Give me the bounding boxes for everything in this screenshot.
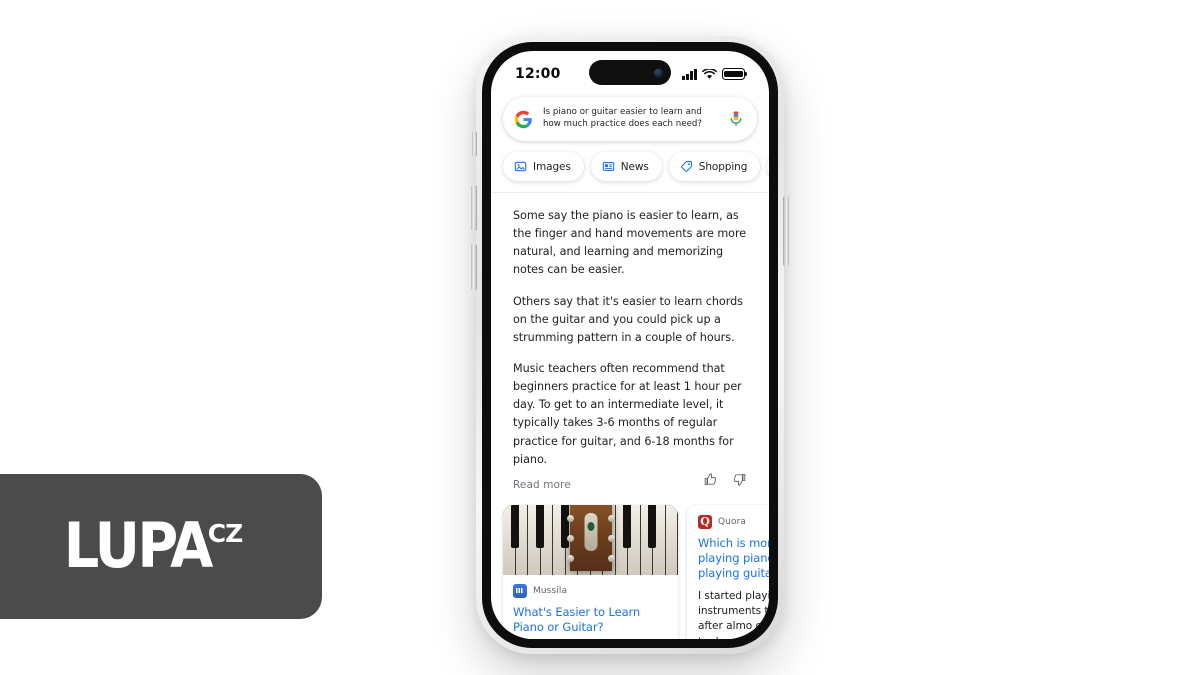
card-source-row: Mussila bbox=[513, 583, 668, 598]
battery-full-icon bbox=[722, 68, 745, 80]
lupa-cz-watermark: LUPA CZ bbox=[0, 474, 322, 619]
card-source-name: Quora bbox=[718, 516, 747, 527]
images-icon bbox=[514, 161, 527, 172]
card-thumbnail-image bbox=[503, 504, 678, 575]
brand-tld: CZ bbox=[207, 519, 243, 549]
cellular-signal-icon bbox=[682, 68, 697, 80]
search-query-text[interactable]: Is piano or guitar easier to learn and h… bbox=[543, 107, 718, 130]
wifi-icon bbox=[702, 68, 717, 79]
thumbs-up-icon[interactable] bbox=[703, 472, 718, 487]
feedback-buttons[interactable] bbox=[703, 472, 747, 499]
card-snippet: I started playin instruments th now, aft… bbox=[698, 589, 769, 639]
search-zone: Is piano or guitar easier to learn and h… bbox=[491, 93, 769, 141]
shopping-tag-icon bbox=[680, 161, 692, 172]
phone-bezel: 12:00 Is piano or guitar easier to learn… bbox=[482, 42, 778, 648]
card-body: Mussila What's Easier to Learn Piano or … bbox=[503, 575, 678, 639]
filter-chips-row[interactable]: Images News Shopping bbox=[491, 141, 769, 192]
microphone-icon[interactable] bbox=[728, 110, 744, 128]
chip-shopping[interactable]: Shopping bbox=[668, 152, 761, 181]
dynamic-island bbox=[589, 60, 671, 85]
card-body: Q Quora Which is more playing piano play… bbox=[687, 505, 769, 639]
status-bar-indicators bbox=[682, 64, 745, 80]
chip-label: News bbox=[620, 160, 649, 173]
read-more-button[interactable]: Read more bbox=[513, 479, 571, 491]
volume-down-button[interactable] bbox=[471, 244, 477, 290]
quora-favicon-icon: Q bbox=[698, 514, 712, 529]
card-source-name: Mussila bbox=[533, 585, 568, 596]
source-cards-carousel[interactable]: Mussila What's Easier to Learn Piano or … bbox=[491, 499, 769, 639]
card-source-row: Q Quora bbox=[698, 514, 769, 529]
news-icon bbox=[602, 162, 615, 171]
thumbs-down-icon[interactable] bbox=[732, 472, 747, 487]
answer-paragraph: Music teachers often recommend that begi… bbox=[513, 361, 742, 466]
power-button[interactable] bbox=[783, 196, 789, 266]
source-card-mussila[interactable]: Mussila What's Easier to Learn Piano or … bbox=[503, 504, 678, 639]
status-bar-time: 12:00 bbox=[515, 66, 561, 82]
phone-device: 12:00 Is piano or guitar easier to learn… bbox=[476, 36, 784, 654]
search-bar[interactable]: Is piano or guitar easier to learn and h… bbox=[503, 97, 757, 141]
ai-answer-body: Some say the piano is easier to learn, a… bbox=[491, 193, 769, 469]
card-title-link[interactable]: What's Easier to Learn Piano or Guitar? bbox=[513, 605, 668, 636]
google-logo-icon bbox=[514, 110, 532, 128]
chip-videos[interactable]: Videos bbox=[767, 152, 769, 181]
page-backdrop: 12:00 Is piano or guitar easier to learn… bbox=[0, 0, 1200, 675]
mussila-favicon-icon bbox=[513, 583, 527, 598]
answer-paragraph: Some say the piano is easier to learn, a… bbox=[513, 209, 747, 277]
card-title-link[interactable]: Which is more playing piano playing guit… bbox=[698, 536, 769, 582]
chip-news[interactable]: News bbox=[590, 152, 662, 181]
chip-label: Images bbox=[533, 160, 571, 173]
status-bar: 12:00 bbox=[491, 51, 769, 93]
guitar-headstock-graphic bbox=[566, 504, 615, 571]
silent-switch-button[interactable] bbox=[472, 131, 477, 157]
phone-screen: 12:00 Is piano or guitar easier to learn… bbox=[491, 51, 769, 639]
volume-up-button[interactable] bbox=[471, 185, 477, 231]
answer-feedback-row: Read more bbox=[491, 469, 769, 499]
front-camera-icon bbox=[654, 68, 663, 77]
answer-paragraph: Others say that it's easier to learn cho… bbox=[513, 294, 743, 344]
chip-label: Shopping bbox=[698, 160, 748, 173]
chip-images[interactable]: Images bbox=[503, 152, 584, 181]
source-card-quora[interactable]: Q Quora Which is more playing piano play… bbox=[687, 504, 769, 639]
brand-name: LUPA bbox=[63, 509, 213, 583]
